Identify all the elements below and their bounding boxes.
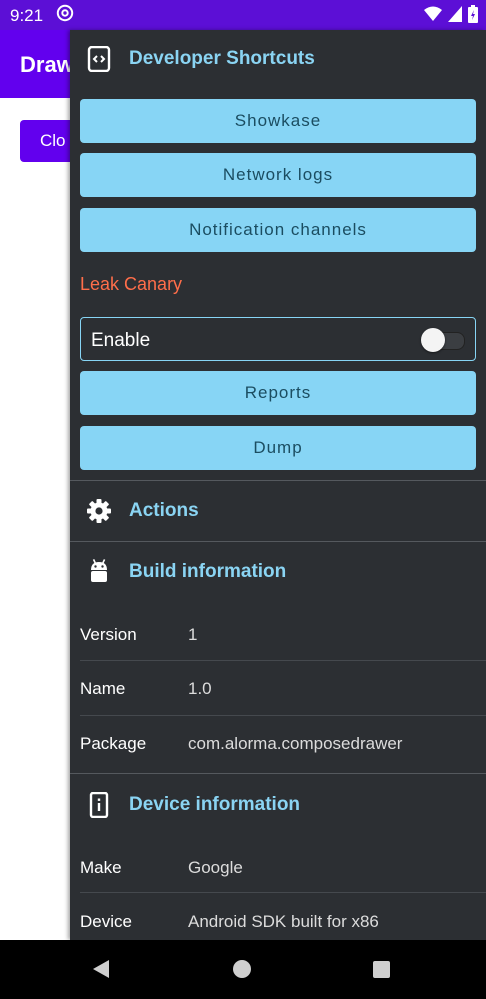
app-title: Draw — [20, 52, 74, 77]
battery-icon — [468, 5, 478, 23]
make-value: Google — [188, 858, 243, 877]
make-label: Make — [80, 858, 122, 877]
debug-drawer: Developer Shortcuts Showkase Network log… — [70, 30, 486, 940]
developer-shortcuts-title: Developer Shortcuts — [129, 48, 315, 69]
device-information-title: Device information — [129, 794, 301, 815]
build-information-title: Build information — [129, 561, 287, 582]
status-bar: 9:21 — [0, 0, 486, 30]
gear-icon — [87, 499, 111, 523]
network-logs-button[interactable]: Network logs — [80, 153, 476, 197]
status-icons — [424, 5, 478, 23]
leak-canary-enable-row[interactable]: Enable — [80, 317, 476, 361]
phone-info-icon — [89, 792, 109, 818]
at-icon — [56, 4, 74, 22]
android-icon — [91, 559, 107, 582]
device-value: Android SDK built for x86 — [188, 912, 379, 931]
enable-switch-thumb[interactable] — [421, 328, 445, 352]
actions-title: Actions — [129, 500, 199, 521]
leak-canary-title: Leak Canary — [80, 274, 183, 294]
name-value: 1.0 — [188, 679, 212, 698]
enable-label: Enable — [91, 330, 151, 351]
device-label: Device — [80, 912, 132, 931]
notification-channels-button[interactable]: Notification channels — [80, 208, 476, 252]
build-information-header: Build information — [70, 543, 486, 603]
recents-icon[interactable] — [373, 961, 390, 978]
status-time: 9:21 — [10, 6, 44, 25]
divider — [70, 773, 486, 774]
dump-button[interactable]: Dump — [80, 426, 476, 470]
back-icon[interactable] — [91, 959, 111, 979]
developer-shortcuts-header: Developer Shortcuts — [70, 30, 486, 90]
signal-icon — [448, 6, 462, 22]
home-icon[interactable] — [233, 960, 251, 978]
divider — [70, 480, 486, 481]
showkase-button[interactable]: Showkase — [80, 99, 476, 143]
row-divider — [80, 892, 486, 893]
navigation-bar — [0, 940, 486, 999]
version-label: Version — [80, 625, 137, 644]
row-divider — [80, 715, 486, 716]
package-label: Package — [80, 734, 147, 753]
developer-mode-icon — [87, 46, 111, 72]
actions-header[interactable]: Actions — [70, 482, 486, 542]
reports-button[interactable]: Reports — [80, 371, 476, 415]
name-label: Name — [80, 679, 126, 698]
wifi-icon — [424, 6, 442, 21]
version-value: 1 — [188, 625, 198, 644]
device-information-header: Device information — [70, 776, 486, 836]
divider — [70, 541, 486, 542]
package-value: com.alorma.composedrawer — [188, 734, 403, 753]
row-divider — [80, 660, 486, 661]
